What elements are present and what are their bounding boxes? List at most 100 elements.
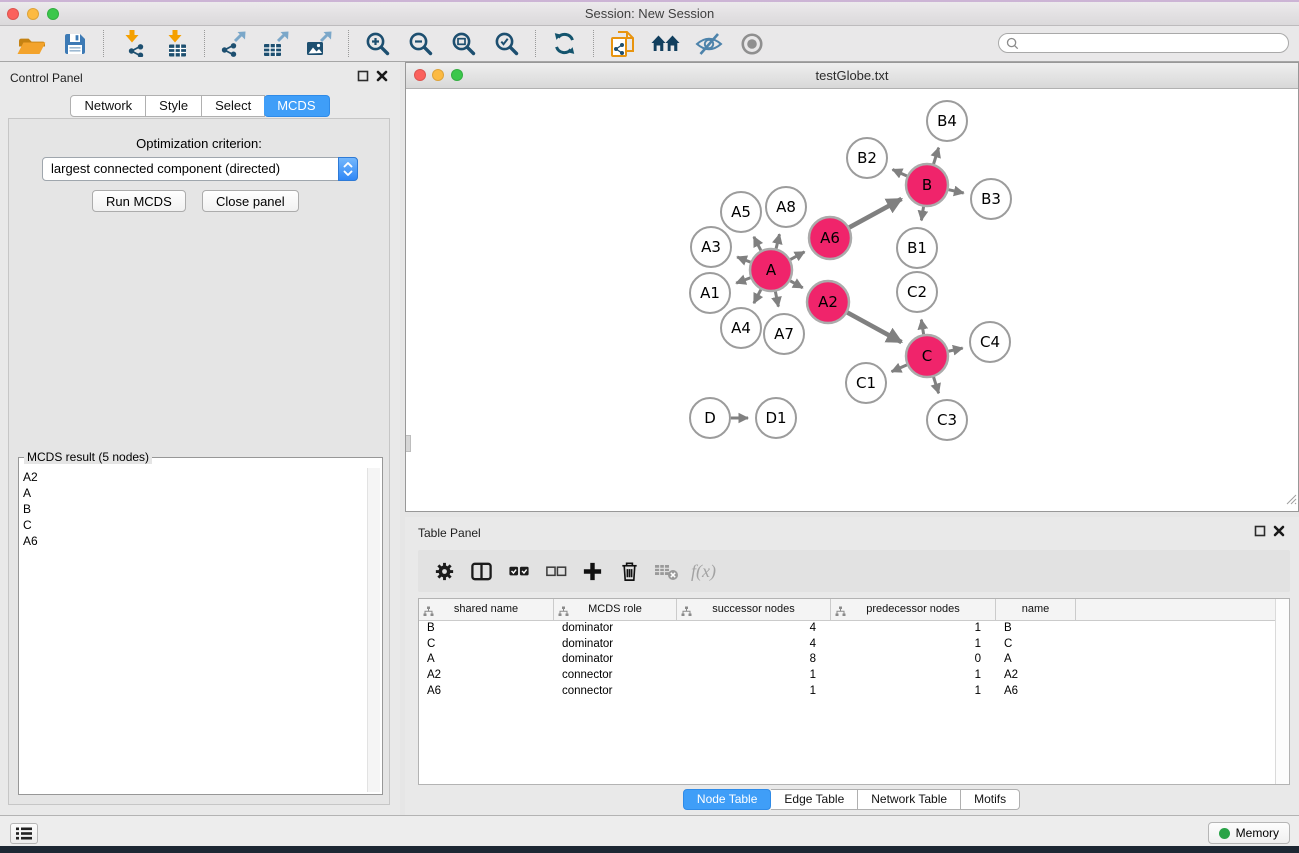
- graph-edge-C-C3[interactable]: [934, 377, 939, 393]
- splitter-handle[interactable]: [406, 435, 411, 452]
- mcds-result-item[interactable]: A6: [23, 533, 366, 549]
- export-network-button[interactable]: [212, 27, 255, 61]
- graph-edge-A2-C[interactable]: [847, 313, 901, 343]
- graph-node-B2[interactable]: B2: [847, 138, 887, 178]
- table-cell[interactable]: connector: [554, 668, 677, 684]
- close-table-panel-icon[interactable]: [1273, 525, 1285, 537]
- column-header-successor-nodes[interactable]: successor nodes: [677, 599, 831, 620]
- table-cell[interactable]: 1: [677, 668, 831, 684]
- tab-node-table[interactable]: Node Table: [683, 789, 772, 810]
- graph-edge-B-B1[interactable]: [921, 207, 923, 221]
- graph-node-C1[interactable]: C1: [846, 363, 886, 403]
- graph-node-C3[interactable]: C3: [927, 400, 967, 440]
- add-column-button[interactable]: [574, 553, 611, 589]
- table-scrollbar[interactable]: [1275, 599, 1289, 784]
- hide-edges-button[interactable]: [687, 27, 730, 61]
- graph-edge-A-A7[interactable]: [775, 292, 778, 307]
- graph-node-A8[interactable]: A8: [766, 187, 806, 227]
- graph-edge-A-A6[interactable]: [790, 252, 804, 260]
- resize-grip-icon[interactable]: [1284, 492, 1297, 510]
- function-builder-button[interactable]: f(x): [685, 553, 722, 589]
- table-cell[interactable]: B: [996, 621, 1076, 637]
- settings-button[interactable]: [426, 553, 463, 589]
- table-cell[interactable]: 4: [677, 621, 831, 637]
- column-header-predecessor-nodes[interactable]: predecessor nodes: [831, 599, 996, 620]
- graph-node-C2[interactable]: C2: [897, 272, 937, 312]
- mcds-result-item[interactable]: B: [23, 501, 366, 517]
- table-cell[interactable]: dominator: [554, 637, 677, 653]
- zoom-fit-button[interactable]: [442, 27, 485, 61]
- search-box[interactable]: [998, 33, 1289, 53]
- optimization-criterion-select[interactable]: largest connected component (directed): [42, 157, 358, 181]
- graph-node-A3[interactable]: A3: [691, 227, 731, 267]
- graph-edge-A-A8[interactable]: [776, 234, 779, 248]
- search-input[interactable]: [1023, 34, 1288, 52]
- graph-edge-A6-B[interactable]: [849, 199, 901, 228]
- graph-node-A7[interactable]: A7: [764, 314, 804, 354]
- table-cell[interactable]: 1: [831, 668, 996, 684]
- table-cell[interactable]: 1: [677, 684, 831, 700]
- graph-edge-B-B2[interactable]: [893, 169, 907, 175]
- close-panel-button[interactable]: Close panel: [202, 190, 299, 212]
- graph-node-A1[interactable]: A1: [690, 273, 730, 313]
- tab-motifs[interactable]: Motifs: [961, 789, 1020, 810]
- show-graphics-button[interactable]: [730, 27, 773, 61]
- save-session-button[interactable]: [53, 27, 96, 61]
- graph-edge-A-A1[interactable]: [736, 278, 750, 283]
- zoom-selected-button[interactable]: [485, 27, 528, 61]
- table-cell[interactable]: connector: [554, 684, 677, 700]
- table-cell[interactable]: dominator: [554, 621, 677, 637]
- tab-mcds[interactable]: MCDS: [264, 95, 329, 117]
- split-view-button[interactable]: [463, 553, 500, 589]
- mcds-result-item[interactable]: C: [23, 517, 366, 533]
- float-table-panel-icon[interactable]: [1254, 525, 1266, 537]
- table-cell[interactable]: 1: [831, 621, 996, 637]
- table-cell[interactable]: A: [996, 652, 1076, 668]
- network-close-button[interactable]: [414, 69, 426, 81]
- home-browser-button[interactable]: [644, 27, 687, 61]
- table-cell[interactable]: A6: [996, 684, 1076, 700]
- graph-node-C[interactable]: C: [906, 335, 948, 377]
- graph-node-A6[interactable]: A6: [809, 217, 851, 259]
- graph-edge-B-B4[interactable]: [934, 148, 939, 164]
- graph-node-A[interactable]: A: [750, 249, 792, 291]
- graph-node-B4[interactable]: B4: [927, 101, 967, 141]
- graph-node-B[interactable]: B: [906, 164, 948, 206]
- import-table-button[interactable]: [154, 27, 197, 61]
- result-list-scrollbar[interactable]: [367, 468, 380, 792]
- graph-edge-C-C4[interactable]: [948, 348, 962, 351]
- graph-node-C4[interactable]: C4: [970, 322, 1010, 362]
- graph-node-D[interactable]: D: [690, 398, 730, 438]
- network-minimize-button[interactable]: [432, 69, 444, 81]
- zoom-window-button[interactable]: [47, 8, 59, 20]
- graph-node-D1[interactable]: D1: [756, 398, 796, 438]
- graph-edge-A-A2[interactable]: [790, 281, 803, 288]
- table-cell[interactable]: C: [996, 637, 1076, 653]
- graph-edge-B-B3[interactable]: [948, 190, 963, 193]
- table-cell[interactable]: C: [419, 637, 554, 653]
- column-header-MCDS-role[interactable]: MCDS role: [554, 599, 677, 620]
- zoom-out-button[interactable]: [399, 27, 442, 61]
- graph-edge-A-A5[interactable]: [754, 237, 761, 251]
- clone-network-button[interactable]: [601, 27, 644, 61]
- zoom-in-button[interactable]: [356, 27, 399, 61]
- table-cell[interactable]: A: [419, 652, 554, 668]
- table-cell[interactable]: 0: [831, 652, 996, 668]
- table-cell[interactable]: 8: [677, 652, 831, 668]
- table-cell[interactable]: 1: [831, 684, 996, 700]
- run-mcds-button[interactable]: Run MCDS: [92, 190, 186, 212]
- float-panel-icon[interactable]: [357, 70, 369, 82]
- close-panel-icon[interactable]: [376, 70, 388, 82]
- table-cell[interactable]: A6: [419, 684, 554, 700]
- unselect-all-columns-button[interactable]: [537, 553, 574, 589]
- graph-node-A2[interactable]: A2: [807, 281, 849, 323]
- show-panels-button[interactable]: [10, 823, 38, 844]
- tab-network-table[interactable]: Network Table: [858, 789, 961, 810]
- open-file-button[interactable]: [10, 27, 53, 61]
- select-all-columns-button[interactable]: [500, 553, 537, 589]
- graph-edge-C-C1[interactable]: [892, 365, 907, 372]
- graph-edge-A-A4[interactable]: [754, 290, 761, 304]
- export-image-button[interactable]: [298, 27, 341, 61]
- graph-node-B1[interactable]: B1: [897, 228, 937, 268]
- graph-node-A5[interactable]: A5: [721, 192, 761, 232]
